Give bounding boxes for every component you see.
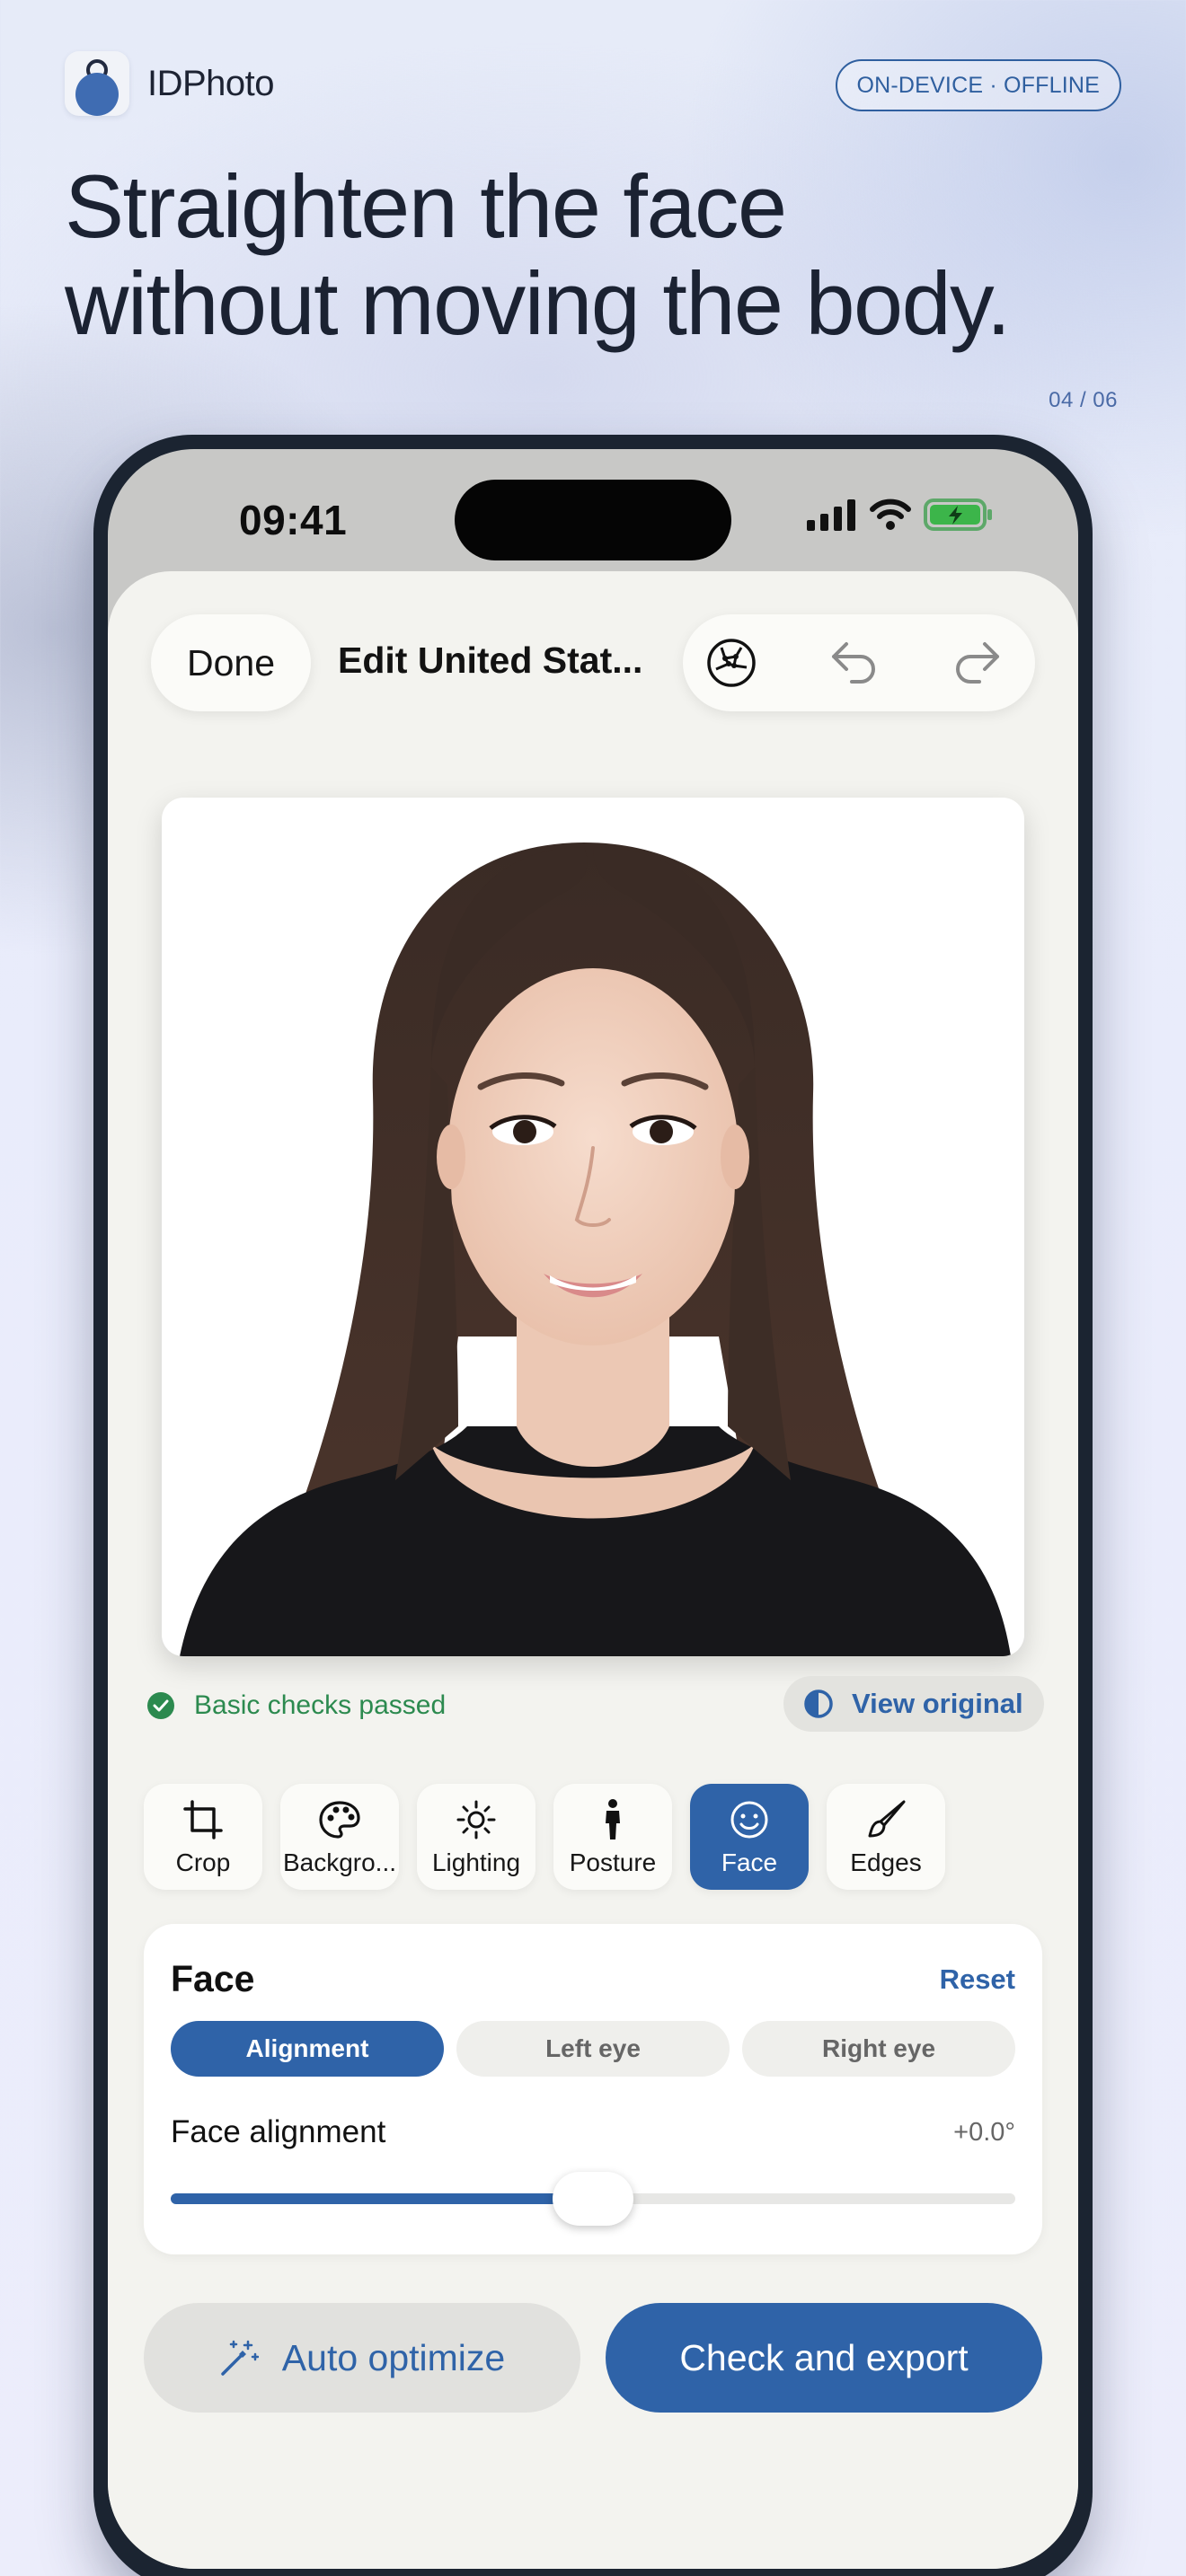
tab-edges[interactable]: Edges [827, 1784, 945, 1890]
magic-wand-icon [221, 2340, 259, 2376]
tab-crop-label: Crop [175, 1848, 231, 1876]
signal-icon [807, 499, 855, 531]
tab-posture-label: Posture [569, 1848, 657, 1876]
crop-icon [180, 1796, 226, 1843]
editor-title: Edit United Stat... [338, 640, 643, 681]
person-icon [589, 1796, 636, 1843]
phone-frame: 09:41 Done Edit United Stat... Basic che… [93, 435, 1093, 2576]
page-indicator: 04 / 06 [1049, 388, 1118, 412]
app-name: IDPhoto [147, 63, 275, 103]
dynamic-island [455, 480, 731, 560]
headline: Straighten the face without moving the b… [65, 158, 1125, 352]
contrast-icon [804, 1689, 833, 1718]
smiley-icon [726, 1796, 773, 1843]
tool-tabs: Crop Backgro... Lighting Posture Face Ed… [144, 1784, 945, 1890]
palette-icon [316, 1796, 363, 1843]
tab-background[interactable]: Backgro... [280, 1784, 399, 1890]
brand: IDPhoto [65, 50, 275, 117]
person-lock-icon [65, 51, 129, 116]
headline-line-2: without moving the body. [65, 252, 1011, 353]
slider-label: Face alignment [171, 2114, 386, 2149]
editor-toolbar [683, 614, 1035, 711]
panel-title: Face [171, 1958, 255, 1999]
view-original-label: View original [852, 1688, 1023, 1719]
battery-charging-icon [924, 498, 992, 531]
auto-optimize-button[interactable]: Auto optimize [144, 2303, 580, 2413]
segment-left-eye[interactable]: Left eye [456, 2021, 730, 2077]
tab-lighting-label: Lighting [431, 1848, 521, 1876]
tab-edges-label: Edges [850, 1848, 922, 1876]
headline-line-1: Straighten the face [65, 156, 787, 256]
slider-value: +0.0° [953, 2118, 1015, 2147]
check-circle-icon [147, 1692, 174, 1719]
tab-lighting[interactable]: Lighting [417, 1784, 535, 1890]
portrait-photo [162, 798, 1024, 1656]
status-icons [805, 498, 994, 532]
tab-crop[interactable]: Crop [144, 1784, 262, 1890]
editor-sheet: Done Edit United Stat... Basic checks pa… [108, 571, 1078, 2569]
status-time: 09:41 [239, 497, 348, 543]
check-and-export-button[interactable]: Check and export [606, 2303, 1042, 2413]
sun-icon [453, 1796, 500, 1843]
phone-screen: 09:41 Done Edit United Stat... Basic che… [108, 449, 1078, 2569]
tab-background-label: Backgro... [282, 1848, 397, 1876]
undo-icon[interactable] [827, 636, 881, 690]
face-grid-icon[interactable] [704, 636, 758, 690]
segment-alignment[interactable]: Alignment [171, 2021, 444, 2077]
tab-face[interactable]: Face [690, 1784, 809, 1890]
checks-status: Basic checks passed [147, 1690, 446, 1721]
brush-icon [863, 1796, 909, 1843]
tab-posture[interactable]: Posture [553, 1784, 672, 1890]
reset-button[interactable]: Reset [940, 1963, 1015, 1996]
slider-fill [171, 2193, 593, 2204]
face-panel: Face Reset Alignment Left eye Right eye … [144, 1924, 1042, 2254]
wifi-icon [870, 498, 911, 530]
offline-badge: ON-DEVICE · OFFLINE [835, 59, 1121, 111]
slider-thumb[interactable] [553, 2172, 633, 2226]
auto-optimize-label: Auto optimize [281, 2336, 506, 2378]
segment-right-eye[interactable]: Right eye [742, 2021, 1015, 2077]
redo-icon[interactable] [951, 636, 1005, 690]
done-button[interactable]: Done [151, 614, 311, 711]
view-original-button[interactable]: View original [783, 1676, 1044, 1732]
tab-face-label: Face [721, 1848, 778, 1876]
checks-text: Basic checks passed [194, 1690, 447, 1720]
status-bar: 09:41 [108, 449, 1078, 584]
